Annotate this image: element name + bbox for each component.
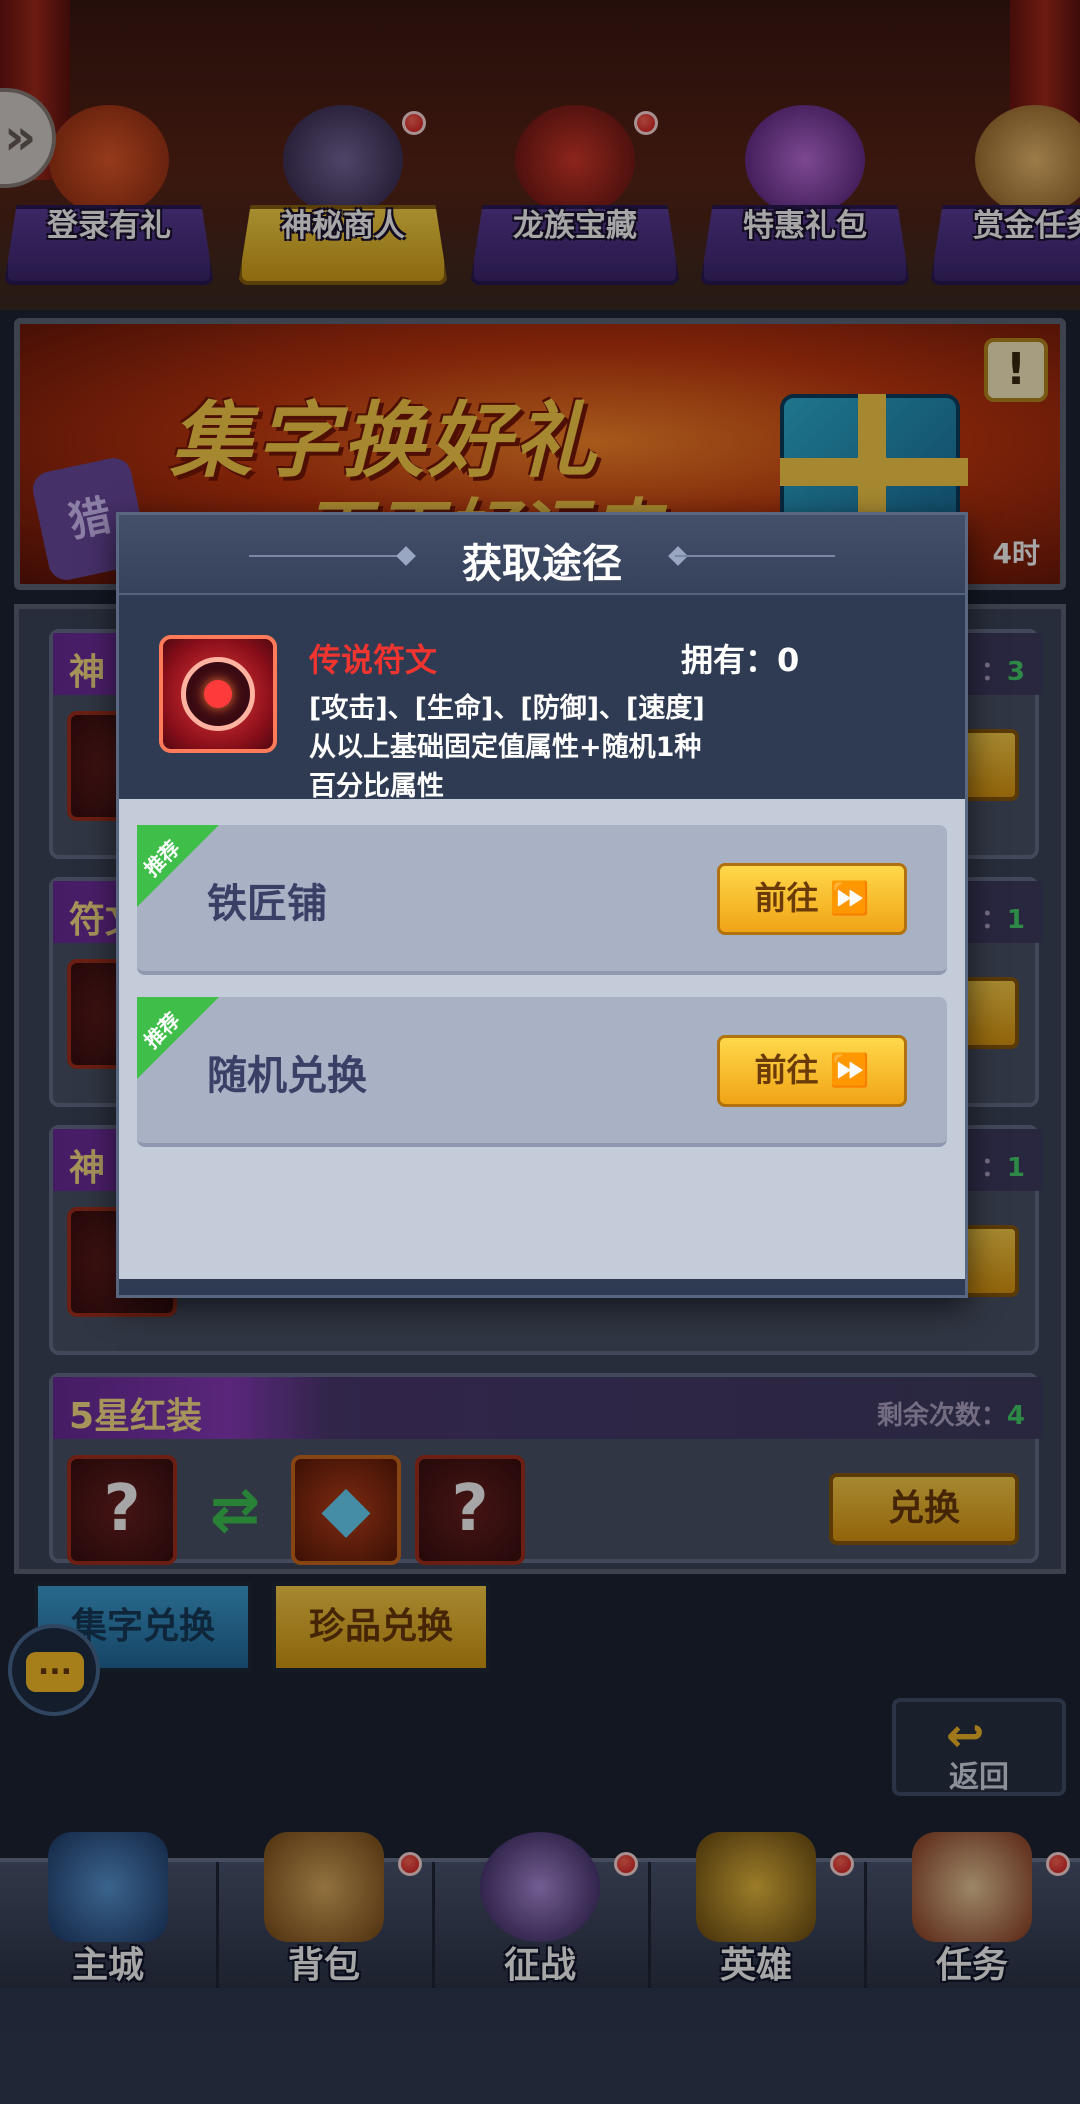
title-ornament-line bbox=[675, 555, 835, 557]
rune-gear-icon bbox=[181, 657, 255, 731]
dialog-title: 获取途径 bbox=[462, 541, 622, 587]
go-button[interactable]: 前往 ⏩ bbox=[717, 1035, 907, 1107]
way-card-blacksmith: 推荐 铁匠铺 前往 ⏩ bbox=[137, 825, 947, 975]
legendary-rune-icon bbox=[159, 635, 277, 753]
item-desc-line: 从以上基础固定值属性+随机1种 bbox=[309, 732, 702, 763]
recommend-tag-label: 推荐 bbox=[139, 835, 185, 882]
item-description: [攻击]、[生命]、[防御]、[速度] 从以上基础固定值属性+随机1种 百分比属… bbox=[309, 689, 869, 806]
item-name: 传说符文 bbox=[309, 641, 438, 679]
way-name: 随机兑换 bbox=[207, 1053, 367, 1099]
recommend-tag-label: 推荐 bbox=[139, 1007, 185, 1054]
acquire-source-dialog: 获取途径 传说符文 拥有：0 [攻击]、[生命]、[防御]、[速度] 从以上基础… bbox=[116, 512, 968, 1298]
dialog-title-bar: 获取途径 bbox=[119, 515, 965, 595]
item-desc-line: [攻击]、[生命]、[防御]、[速度] bbox=[309, 693, 705, 724]
acquire-ways-list: 推荐 铁匠铺 前往 ⏩ 推荐 随机兑换 前往 ⏩ bbox=[119, 799, 965, 1279]
item-owned-count: 拥有：0 bbox=[681, 641, 800, 679]
go-button[interactable]: 前往 ⏩ bbox=[717, 863, 907, 935]
way-name: 铁匠铺 bbox=[207, 881, 327, 927]
way-card-random-exchange: 推荐 随机兑换 前往 ⏩ bbox=[137, 997, 947, 1147]
